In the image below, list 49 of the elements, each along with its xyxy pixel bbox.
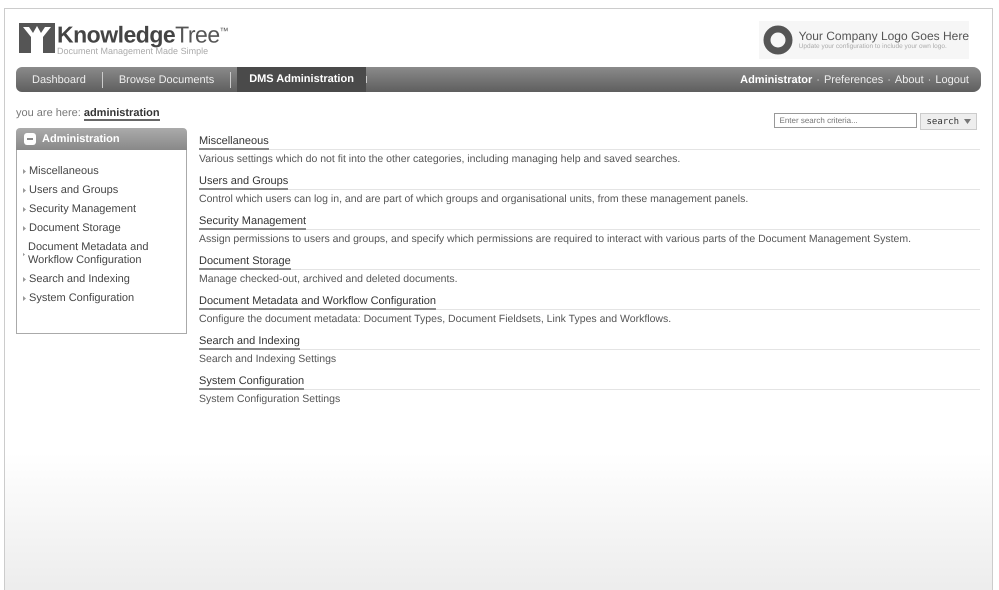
section-link[interactable]: Document Metadata and Workflow Configuration	[199, 294, 436, 310]
separator-dot: ·	[928, 74, 932, 86]
bullet-icon	[23, 188, 26, 193]
ring-logo-icon	[762, 24, 793, 54]
bullet-icon	[23, 226, 26, 231]
separator-dot: ·	[887, 74, 891, 86]
section-link[interactable]: Security Management	[199, 214, 306, 230]
breadcrumb-label: you are here:	[16, 106, 81, 120]
search-field[interactable]: Enter search criteria...	[774, 113, 918, 128]
sidebar-title: Administration	[42, 133, 120, 145]
section-link[interactable]: Search and Indexing	[199, 334, 300, 350]
user-menu-link[interactable]: Logout	[935, 74, 969, 86]
sidebar-link[interactable]: Miscellaneous	[29, 165, 99, 178]
sidebar-link[interactable]: Security Management	[29, 203, 136, 216]
nav-tab[interactable]: DMS Administration	[237, 67, 366, 92]
section-link[interactable]: System Configuration	[199, 374, 304, 390]
nav-tab[interactable]: Browse Documents	[102, 72, 232, 88]
sidebar-link[interactable]: Search and Indexing	[29, 273, 130, 286]
section-description: Manage checked-out, archived and deleted documents.	[199, 272, 459, 285]
bullet-icon	[23, 296, 26, 301]
sidebar-link[interactable]: System Configuration	[29, 292, 134, 305]
user-name[interactable]: Administrator	[740, 74, 812, 86]
bullet-icon	[23, 169, 26, 174]
separator-dot: ·	[816, 74, 820, 86]
collapse-icon	[24, 133, 36, 145]
caret-icon	[964, 119, 971, 124]
company-logo-title: Your Company Logo Goes Here	[798, 29, 969, 43]
logo-tagline: Document Management Made Simple	[57, 46, 210, 56]
sidebar-link[interactable]: Document Storage	[29, 222, 121, 235]
section-description: Assign permissions to users and groups, and specify which permissions are required to interact with various parts of the Document Management System.	[199, 232, 912, 245]
bullet-icon	[23, 207, 26, 212]
nav-tab[interactable]: Dashboard	[16, 72, 103, 88]
user-menu-link[interactable]: Preferences	[824, 74, 884, 86]
section-description: Control which users can log in, and are part of which groups and organisational units, from these management panels.	[199, 192, 750, 205]
section-description: Search and Indexing Settings	[199, 352, 338, 365]
search-button[interactable]: search	[920, 113, 977, 130]
breadcrumb-link[interactable]: administration	[84, 106, 160, 120]
section-link[interactable]: Users and Groups	[199, 174, 288, 190]
sidebar-link[interactable]: Users and Groups	[29, 184, 118, 197]
section-description: System Configuration Settings	[199, 392, 342, 405]
user-menu-link[interactable]: About	[894, 74, 924, 86]
section-link[interactable]: Miscellaneous	[199, 134, 269, 150]
logo-title: KnowledgeTree$^{™}$	[57, 20, 228, 46]
tree-logo-icon	[19, 23, 55, 53]
sidebar-link[interactable]: Document Metadata and Workflow Configuration	[28, 241, 186, 267]
section-description: Various settings which do not fit into the other categories, including managing help and saved searches.	[199, 152, 682, 165]
section-description: Configure the document metadata: Document Types, Document Fieldsets, Link Types and Workflows.	[199, 312, 672, 325]
bullet-icon	[23, 277, 26, 282]
section-link[interactable]: Document Storage	[199, 254, 291, 270]
